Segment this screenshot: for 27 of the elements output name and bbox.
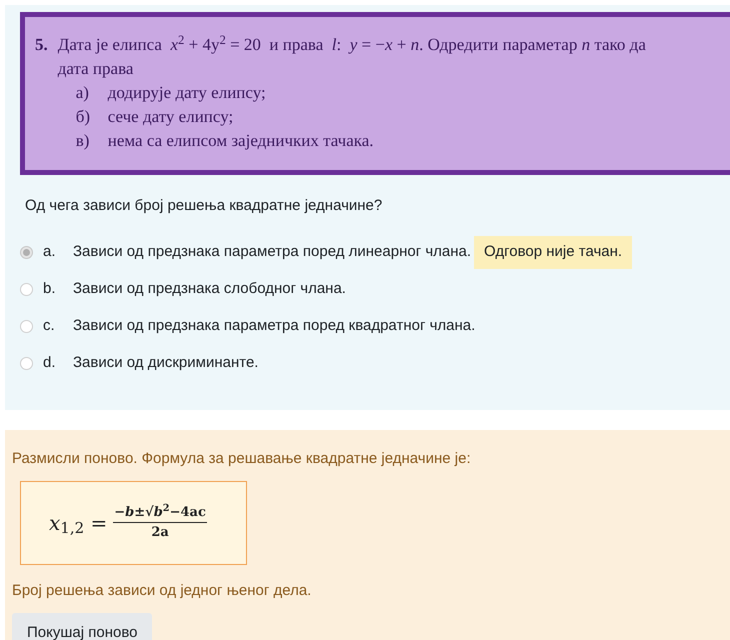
radio-button[interactable] [20,283,33,296]
item-text: сече дату елипсу; [108,106,234,128]
formula-numerator: −b±√b$^{2}$−4ac [113,502,207,523]
radio-button[interactable] [20,320,33,333]
radio-button[interactable] [20,246,33,259]
item-text: нема са елипсом заједничких тачака. [108,130,374,152]
option-text: Зависи од предзнака параметра поред линеарног члана. [73,242,472,262]
hint-text: Број решења зависи од једног њеног дела. [12,580,312,600]
item-label: в) [76,130,90,152]
item-label: а) [76,82,90,104]
item-label: б) [76,106,92,128]
option-letter: a. [43,242,57,262]
question-text: Од чега зависи број решења квадратне једначине? [25,196,384,216]
formula-denominator: 2a [151,524,169,542]
option-letter: c. [43,316,56,336]
option-text: Зависи од дискриминанте. [73,353,258,374]
option-letter: b. [43,279,57,300]
problem-number: 5. [35,34,48,56]
hint-text: Размисли поново. Формула за решавање квадратне једначине је: [12,449,472,469]
option-text: Зависи од предзнака слободног члана. [73,279,346,300]
feedback-badge: Одговор није тачан. [474,236,632,269]
radio-button[interactable] [20,357,33,370]
option-text: Зависи од предзнака параметра поред квадратног члана. [73,316,476,336]
item-text: додирује дату елипсу; [108,82,266,104]
try-again-button[interactable]: Покушај поново [12,613,152,640]
formula-lhs: x$_{1,2}$ = [49,510,108,538]
option-letter: d. [43,353,57,374]
